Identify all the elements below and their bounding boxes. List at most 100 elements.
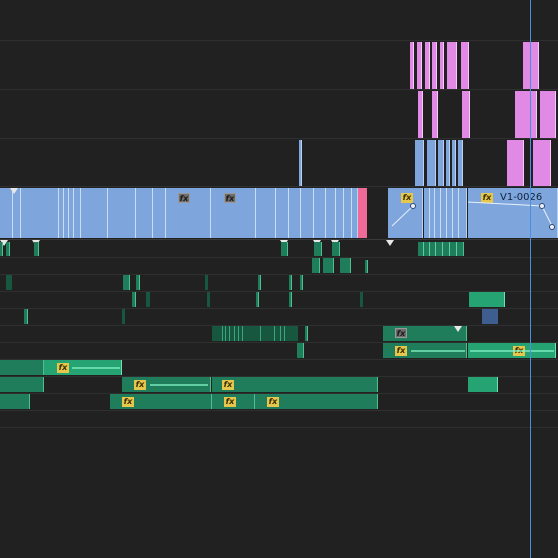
audio-clip[interactable] [256, 292, 259, 307]
audio-clip[interactable]: fx [110, 394, 212, 409]
nested-sequence-clip[interactable] [461, 42, 469, 89]
audio-clip[interactable]: fx [468, 343, 556, 358]
audio-waveform [411, 350, 465, 352]
audio-clip[interactable] [0, 377, 44, 392]
fx-badge-icon[interactable]: fx [267, 397, 279, 407]
fx-badge-icon[interactable]: fx [178, 193, 190, 203]
keyframe-icon[interactable] [539, 203, 545, 209]
audio-clip[interactable] [136, 275, 140, 290]
nested-sequence-clip[interactable] [515, 91, 537, 138]
video-clip-v1-0026[interactable]: fx V1-0026 [468, 188, 558, 238]
audio-clip[interactable] [0, 394, 30, 409]
audio-clip[interactable] [0, 360, 44, 375]
video-clip[interactable] [458, 140, 463, 186]
audio-clip[interactable] [205, 275, 208, 290]
nested-sequence-clip[interactable] [507, 140, 524, 186]
nested-sequence-clip[interactable] [540, 91, 556, 138]
edit-point [458, 188, 459, 238]
audio-clip[interactable] [297, 343, 304, 358]
edit-point [165, 188, 166, 238]
audio-clip[interactable] [281, 242, 288, 256]
edit-point [107, 188, 108, 238]
video-clip[interactable] [446, 140, 450, 186]
audio-clip[interactable] [468, 377, 498, 392]
audio-clip[interactable]: fx [212, 377, 378, 392]
audio-clip[interactable] [34, 242, 39, 256]
fx-badge-icon[interactable]: fx [122, 397, 134, 407]
nested-sequence-clip[interactable] [358, 188, 367, 238]
timeline-panel[interactable]: fx fx fx fx V1-0026 fx fx fx fx fx fx fx… [0, 0, 558, 558]
nested-sequence-clip[interactable] [425, 42, 430, 89]
audio-clip[interactable] [6, 275, 12, 290]
nested-sequence-clip[interactable] [462, 91, 470, 138]
nested-sequence-clip[interactable] [447, 42, 457, 89]
nested-sequence-clip[interactable] [410, 42, 414, 89]
keyframe-icon[interactable] [410, 203, 416, 209]
audio-clip[interactable] [418, 242, 464, 256]
nested-sequence-clip[interactable] [440, 42, 444, 89]
video-clip-v1[interactable]: fx [388, 188, 423, 238]
fx-badge-icon[interactable]: fx [395, 328, 407, 338]
audio-clip[interactable] [6, 242, 10, 256]
fx-badge-icon[interactable]: fx [224, 397, 236, 407]
nested-sequence-clip[interactable] [523, 42, 539, 89]
audio-clip-selected[interactable] [482, 309, 498, 324]
nested-sequence-clip[interactable] [432, 91, 438, 138]
nested-sequence-clip[interactable] [533, 140, 551, 186]
edit-point [210, 188, 211, 238]
audio-clip[interactable]: fx [122, 377, 211, 392]
fx-badge-icon[interactable]: fx [57, 363, 69, 373]
nested-sequence-clip[interactable] [417, 42, 422, 89]
edit-point [280, 326, 281, 341]
video-clip[interactable] [452, 140, 456, 186]
audio-clip[interactable] [132, 292, 136, 307]
audio-clip[interactable]: fx [383, 343, 467, 358]
playhead[interactable] [530, 0, 531, 558]
edit-point [452, 188, 453, 238]
edit-point [440, 188, 441, 238]
audio-clip[interactable] [207, 292, 210, 307]
audio-clip[interactable]: fx [212, 394, 255, 409]
audio-clip[interactable] [123, 275, 130, 290]
audio-clip[interactable] [258, 275, 261, 290]
video-clip[interactable] [438, 140, 444, 186]
audio-clip[interactable] [305, 326, 308, 341]
audio-clip[interactable] [469, 292, 505, 307]
audio-clip[interactable] [122, 309, 125, 324]
audio-clip[interactable]: fx [383, 326, 467, 341]
audio-clip[interactable] [289, 292, 292, 307]
nested-sequence-clip[interactable] [418, 91, 423, 138]
audio-clip[interactable] [323, 258, 334, 273]
audio-clip[interactable] [365, 260, 368, 273]
fx-badge-icon[interactable]: fx [222, 380, 234, 390]
edit-point [255, 188, 256, 238]
nested-sequence-clip[interactable] [432, 42, 437, 89]
keyframe-icon[interactable] [549, 224, 555, 230]
audio-clip[interactable] [360, 292, 363, 307]
clip-marker-icon [386, 240, 394, 246]
audio-clip[interactable] [0, 242, 3, 256]
fx-badge-icon[interactable]: fx [134, 380, 146, 390]
track-divider [0, 40, 558, 41]
video-clip-v1[interactable] [424, 188, 467, 238]
edit-point [325, 188, 326, 238]
audio-clip[interactable] [340, 258, 351, 273]
audio-clip[interactable] [146, 292, 150, 307]
audio-clip[interactable]: fx [255, 394, 378, 409]
video-clip[interactable] [299, 140, 302, 186]
audio-clip[interactable] [300, 275, 303, 290]
audio-clip[interactable] [289, 275, 292, 290]
audio-clip[interactable] [314, 242, 322, 256]
edit-point [435, 242, 436, 256]
video-clip[interactable] [427, 140, 436, 186]
edit-point [63, 188, 64, 238]
audio-clip[interactable] [24, 309, 28, 324]
audio-clip[interactable] [312, 258, 320, 273]
video-clip[interactable] [415, 140, 424, 186]
fx-badge-icon[interactable]: fx [224, 193, 236, 203]
audio-clip[interactable] [332, 242, 340, 256]
audio-clip[interactable] [212, 326, 298, 341]
audio-clip[interactable]: fx [44, 360, 122, 375]
video-clip-v1[interactable]: fx fx [0, 188, 358, 238]
fx-badge-icon[interactable]: fx [395, 346, 407, 356]
